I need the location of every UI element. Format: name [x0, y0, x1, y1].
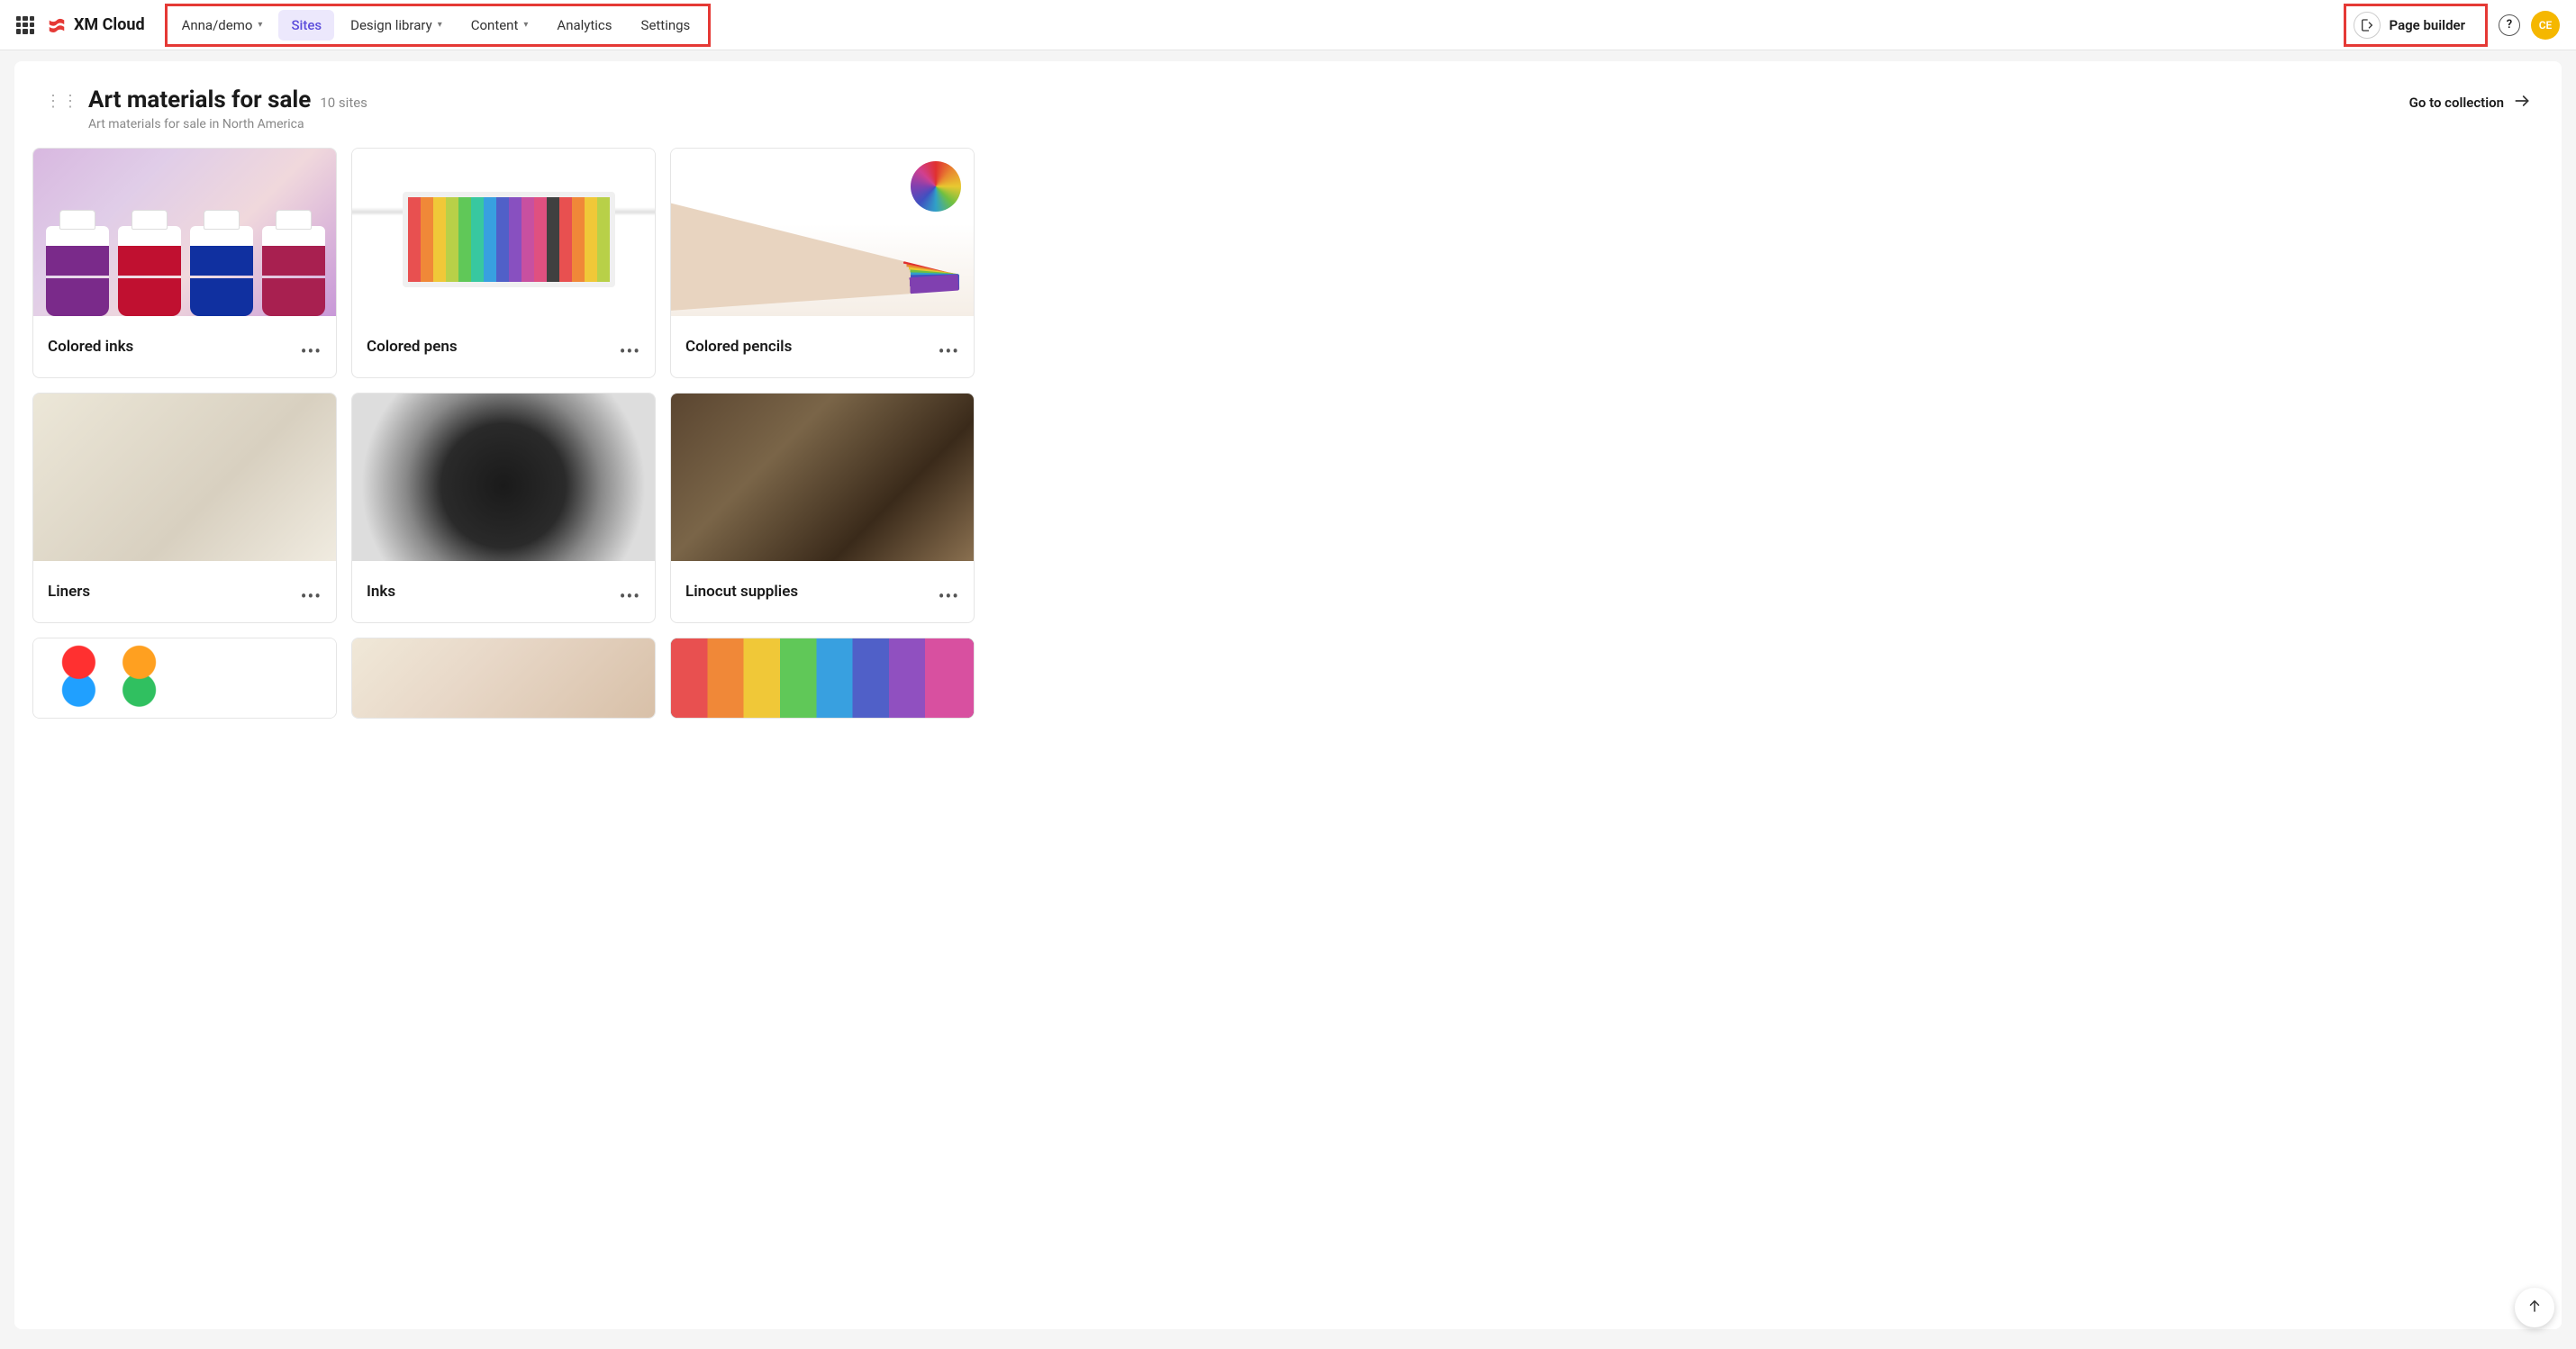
logo-mark-icon — [47, 15, 67, 35]
product-name: XM Cloud — [74, 15, 145, 34]
page-header-text: Art materials for sale 10 sites Art mate… — [88, 86, 2409, 131]
help-button[interactable]: ? — [2499, 14, 2520, 36]
page-header: ⋮⋮ Art materials for sale 10 sites Art m… — [32, 79, 2544, 148]
nav-label: Content — [471, 17, 519, 33]
nav-label: Settings — [641, 17, 691, 33]
avatar-initials: CE — [2539, 19, 2553, 32]
page-builder-highlight-annotation: Page builder — [2344, 4, 2488, 47]
card-menu-button[interactable]: ••• — [939, 583, 959, 601]
scroll-to-top-button[interactable] — [2515, 1288, 2554, 1327]
card-title: Colored pencils — [685, 338, 792, 356]
project-selector-label: Anna/demo — [182, 17, 253, 33]
card-menu-button[interactable]: ••• — [301, 583, 322, 601]
site-card[interactable]: Linocut supplies ••• — [670, 393, 975, 623]
collection-count: 10 sites — [320, 95, 367, 111]
card-thumbnail — [352, 638, 655, 718]
app-launcher-icon[interactable] — [16, 16, 34, 34]
card-thumbnail — [671, 638, 974, 718]
card-title: Linocut supplies — [685, 583, 798, 601]
site-card[interactable]: Colored inks ••• — [32, 148, 337, 378]
card-title: Inks — [367, 583, 395, 601]
nav-label: Sites — [291, 17, 322, 33]
avatar[interactable]: CE — [2531, 11, 2560, 40]
chevron-down-icon: ▾ — [258, 20, 262, 30]
card-thumbnail — [33, 149, 336, 316]
card-thumbnail — [352, 149, 655, 316]
card-thumbnail — [671, 394, 974, 561]
site-card[interactable]: Colored pencils ••• — [670, 148, 975, 378]
page-container: ⋮⋮ Art materials for sale 10 sites Art m… — [14, 61, 2562, 1329]
page-builder-icon — [2354, 12, 2381, 39]
drag-handle-icon[interactable]: ⋮⋮ — [45, 92, 79, 111]
nav-item-analytics[interactable]: Analytics — [544, 10, 624, 41]
arrow-up-icon — [2526, 1297, 2543, 1318]
chevron-down-icon: ▾ — [523, 20, 528, 30]
product-logo[interactable]: XM Cloud — [47, 15, 145, 35]
page-builder-button[interactable]: Page builder — [2348, 6, 2478, 44]
site-card[interactable] — [351, 638, 656, 719]
card-menu-button[interactable]: ••• — [620, 338, 640, 356]
collection-title: Art materials for sale — [88, 86, 311, 113]
goto-collection-label: Go to collection — [2409, 95, 2504, 111]
card-title: Colored inks — [48, 338, 133, 356]
card-menu-button[interactable]: ••• — [939, 338, 959, 356]
nav-item-design-library[interactable]: Design library ▾ — [338, 10, 455, 41]
topbar-left: XM Cloud Anna/demo ▾ Sites Design librar… — [16, 4, 711, 47]
nav-item-settings[interactable]: Settings — [629, 10, 703, 41]
site-card[interactable] — [32, 638, 337, 719]
site-card[interactable] — [670, 638, 975, 719]
card-title: Liners — [48, 583, 90, 601]
nav-item-sites[interactable]: Sites — [278, 10, 334, 41]
card-thumbnail — [352, 394, 655, 561]
topbar-right: Page builder ? CE — [2344, 4, 2560, 47]
site-cards-grid: Colored inks ••• Colored pens ••• — [32, 148, 2544, 719]
project-selector[interactable]: Anna/demo ▾ — [169, 10, 276, 41]
goto-collection-link[interactable]: Go to collection — [2409, 92, 2531, 113]
card-thumbnail — [33, 394, 336, 561]
card-thumbnail — [671, 149, 974, 316]
nav-item-content[interactable]: Content ▾ — [458, 10, 541, 41]
collection-subtitle: Art materials for sale in North America — [88, 117, 2409, 131]
nav-label: Design library — [350, 17, 432, 33]
site-card[interactable]: Liners ••• — [32, 393, 337, 623]
arrow-right-icon — [2513, 92, 2531, 113]
nav-label: Analytics — [557, 17, 612, 33]
card-title: Colored pens — [367, 338, 458, 356]
card-menu-button[interactable]: ••• — [301, 338, 322, 356]
topbar: XM Cloud Anna/demo ▾ Sites Design librar… — [0, 0, 2576, 50]
chevron-down-icon: ▾ — [438, 20, 442, 30]
page-builder-label: Page builder — [2390, 17, 2465, 33]
site-card[interactable]: Colored pens ••• — [351, 148, 656, 378]
card-thumbnail — [33, 638, 336, 718]
card-menu-button[interactable]: ••• — [620, 583, 640, 601]
help-icon: ? — [2507, 18, 2512, 32]
nav-highlight-annotation: Anna/demo ▾ Sites Design library ▾ Conte… — [165, 4, 712, 47]
site-card[interactable]: Inks ••• — [351, 393, 656, 623]
